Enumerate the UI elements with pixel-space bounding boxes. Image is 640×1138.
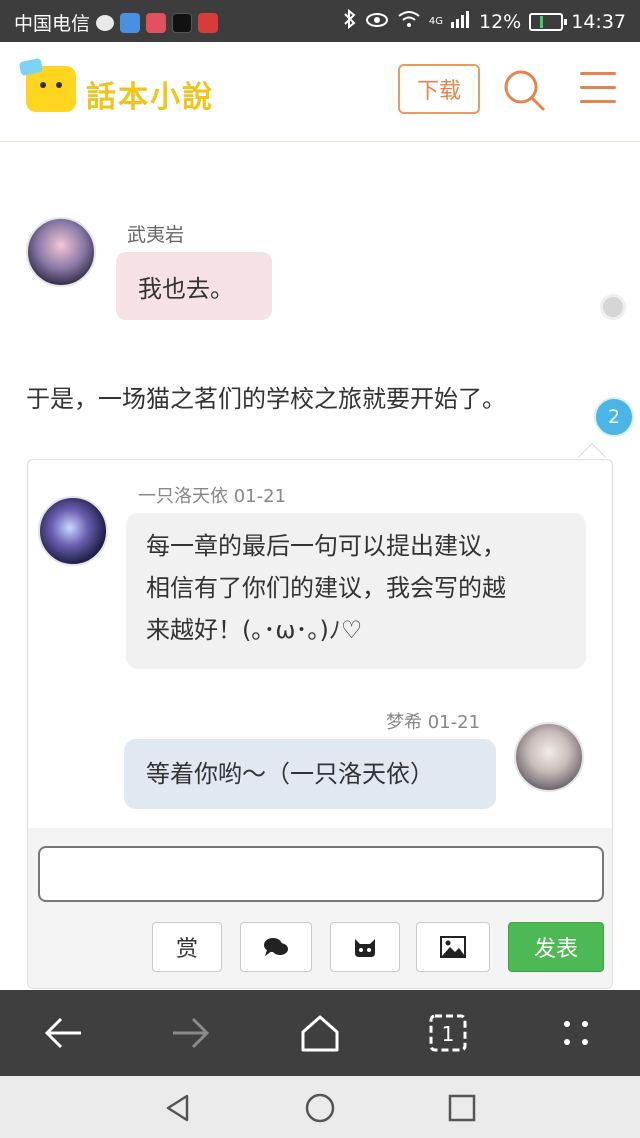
- download-button[interactable]: 下载: [398, 64, 480, 114]
- reward-button[interactable]: 赏: [152, 922, 222, 972]
- logo-icon[interactable]: [26, 66, 76, 112]
- comment-username[interactable]: 一只洛天依: [138, 486, 228, 507]
- battery-icon: [529, 12, 568, 31]
- chat-bubbles-icon[interactable]: [240, 922, 312, 972]
- narration-text: 于是，一场猫之茗们的学校之旅就要开始了。: [26, 385, 506, 413]
- comment-line: 每一章的最后一句可以提出建议，: [146, 532, 506, 560]
- battery-fill: [540, 15, 544, 28]
- status-left: 中国电信: [14, 9, 224, 36]
- status-right: 4G 12% 14:37: [335, 8, 626, 34]
- comment-input[interactable]: [38, 846, 604, 902]
- submit-button[interactable]: 发表: [508, 922, 604, 972]
- comment-meta: 一只洛天依 01-21: [138, 482, 286, 508]
- tiktok-icon: [172, 12, 193, 33]
- reply-meta: 梦希 01-21: [386, 708, 480, 734]
- carrier-name: 中国电信: [14, 13, 91, 35]
- floating-dot-button[interactable]: [600, 294, 626, 320]
- comment-line: 来越好！(｡･ω･｡)ﾉ♡: [146, 616, 363, 644]
- status-bar: 中国电信 4G 12% 14:37: [0, 0, 640, 42]
- signal-icon: [451, 10, 471, 33]
- cat-emoji-icon[interactable]: [330, 922, 400, 972]
- menu-icon[interactable]: [580, 72, 616, 106]
- eye-icon: [365, 11, 389, 33]
- character-dialogue-bubble: 我也去。: [116, 252, 272, 320]
- comment-line: 相信有了你们的建议，我会写的越: [146, 574, 506, 602]
- browser-toolbar: 1: [0, 990, 640, 1076]
- network-type: 4G: [428, 15, 443, 27]
- reply-bubble: 等着你哟～（一只洛天依）: [124, 739, 496, 809]
- comment-bubble: 每一章的最后一句可以提出建议， 相信有了你们的建议，我会写的越 来越好！(｡･ω…: [126, 513, 586, 669]
- logo-text[interactable]: 話本小說: [86, 72, 214, 116]
- comment-composer: 赏 发表: [28, 828, 612, 988]
- clock: 14:37: [571, 10, 626, 33]
- comment-panel: 一只洛天依 01-21 每一章的最后一句可以提出建议， 相信有了你们的建议，我会…: [27, 459, 613, 989]
- logo-eye-right: [56, 82, 62, 88]
- character-avatar[interactable]: [26, 217, 96, 287]
- message-icon: [96, 14, 115, 31]
- image-icon[interactable]: [416, 922, 490, 972]
- system-nav-bar: [0, 1076, 640, 1138]
- nav-back-icon[interactable]: [158, 1088, 198, 1128]
- replier-avatar[interactable]: [514, 722, 584, 792]
- reply-text: 等着你哟～（一只洛天依）: [146, 760, 434, 788]
- battery-percent: 12%: [479, 10, 522, 33]
- book-icon: [146, 12, 167, 33]
- character-dialogue-text: 我也去。: [138, 274, 234, 303]
- huawei-icon: [198, 12, 219, 33]
- commenter-avatar[interactable]: [38, 496, 108, 566]
- reply-username[interactable]: 梦希: [386, 712, 422, 733]
- character-name: 武夷岩: [127, 224, 185, 246]
- logo-eye-left: [40, 82, 46, 88]
- home-icon[interactable]: [295, 1008, 345, 1058]
- comment-count-badge[interactable]: 2: [594, 397, 634, 437]
- tabs-icon[interactable]: 1: [423, 1008, 473, 1058]
- wifi-icon: [397, 10, 421, 33]
- comment-date: 01-21: [233, 486, 287, 507]
- nav-recents-icon[interactable]: [442, 1088, 482, 1128]
- app-header: 話本小說 下载: [0, 42, 640, 142]
- app-icon: [120, 12, 141, 33]
- forward-arrow-icon[interactable]: [166, 1008, 216, 1058]
- tab-count: 1: [442, 1022, 455, 1046]
- more-dots-icon[interactable]: [551, 1008, 601, 1058]
- bluetooth-icon: [343, 8, 357, 34]
- search-icon[interactable]: [502, 68, 546, 112]
- nav-home-icon[interactable]: [300, 1088, 340, 1128]
- reply-date: 01-21: [427, 712, 481, 733]
- back-arrow-icon[interactable]: [38, 1008, 88, 1058]
